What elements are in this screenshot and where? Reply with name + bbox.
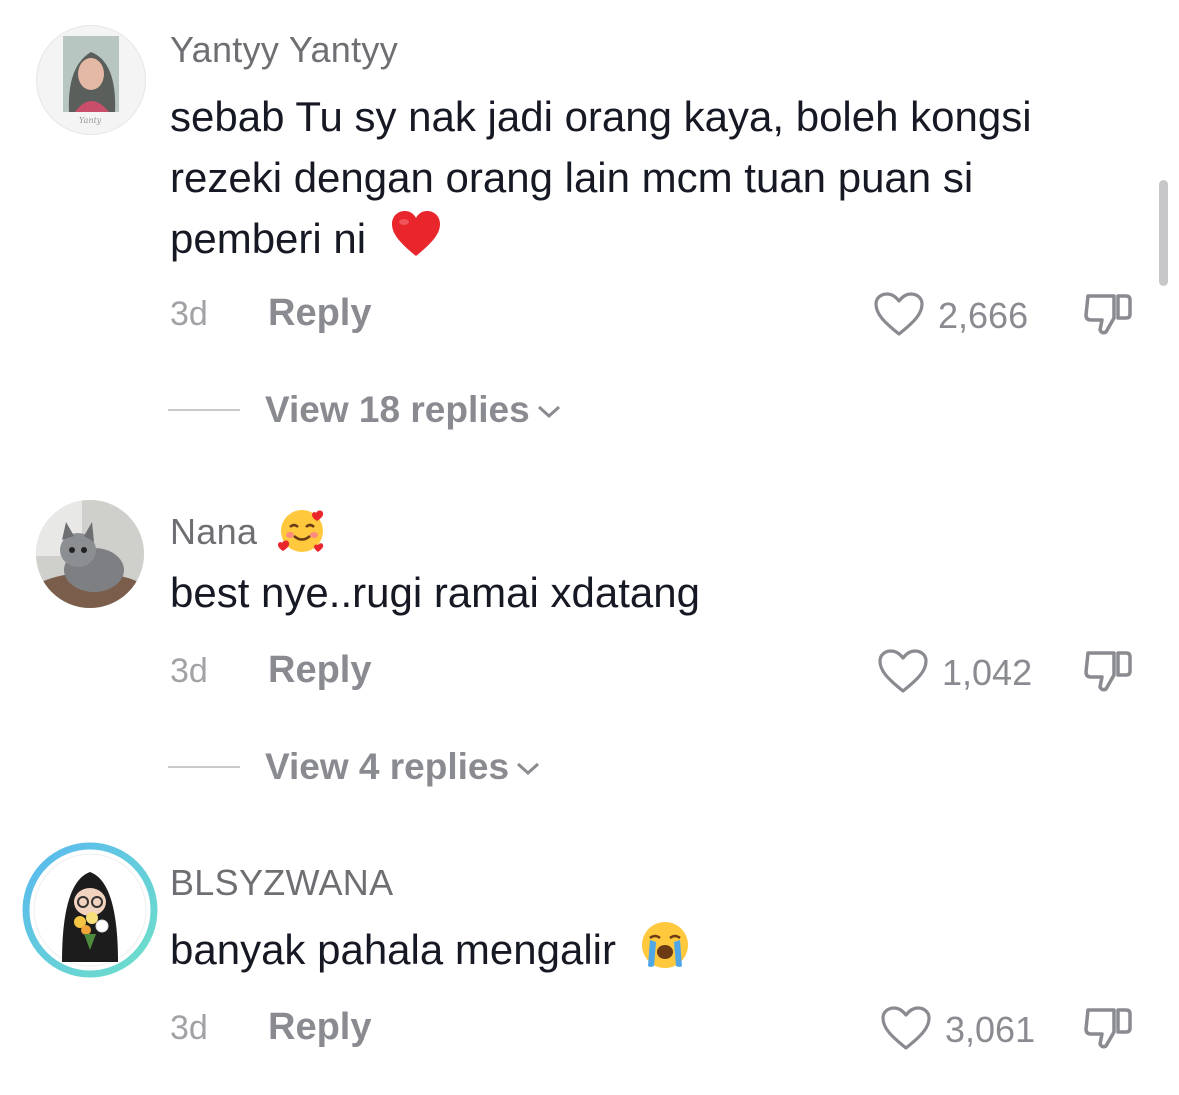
comment-text-line: sebab Tu sy nak jadi orang kaya, boleh k…	[170, 93, 1032, 140]
red-heart-emoji	[390, 210, 442, 274]
replies-divider	[168, 766, 240, 768]
reply-button[interactable]: Reply	[268, 649, 371, 692]
comment-text: banyak pahala mengalir	[170, 918, 692, 988]
svg-text:Yanty: Yanty	[79, 116, 102, 125]
dislike-icon[interactable]	[1082, 1002, 1134, 1054]
chevron-down-icon	[537, 406, 560, 419]
view-replies-button[interactable]: View 4 replies	[265, 746, 541, 788]
comment-time: 3d	[170, 652, 208, 690]
chevron-down-icon	[517, 763, 540, 776]
comment-text-line: rezeki dengan orang lain mcm tuan puan s…	[170, 154, 974, 201]
comment-username[interactable]: Yantyy Yantyy	[170, 29, 398, 71]
like-count: 1,042	[942, 652, 1033, 693]
view-replies-label: View 4 replies	[265, 746, 510, 787]
like-count: 3,061	[945, 1009, 1036, 1050]
avatar[interactable]: Yanty	[36, 25, 146, 135]
like-count: 2,666	[938, 295, 1029, 336]
replies-divider	[168, 409, 240, 411]
view-replies-label: View 18 replies	[265, 389, 530, 430]
comment-text-line: banyak pahala mengalir	[170, 926, 616, 974]
avatar[interactable]	[22, 842, 158, 978]
comment-username[interactable]: Nana	[170, 505, 328, 564]
view-replies-button[interactable]: View 18 replies	[265, 389, 562, 431]
scrollbar[interactable]	[1159, 180, 1168, 286]
heart-icon[interactable]	[880, 1005, 932, 1051]
heart-icon[interactable]	[873, 291, 925, 337]
comment-text: sebab Tu sy nak jadi orang kaya, boleh k…	[170, 86, 1032, 274]
comment-text-line-content: pemberi ni	[170, 215, 367, 262]
dislike-icon[interactable]	[1082, 288, 1134, 340]
comment-username-text: Nana	[170, 511, 258, 553]
comment-time: 3d	[170, 1009, 208, 1047]
comment-time: 3d	[170, 295, 208, 333]
comment-text: best nye..rugi ramai xdatang	[170, 569, 700, 616]
smiling-face-with-hearts-emoji	[276, 505, 328, 564]
reply-button[interactable]: Reply	[268, 1006, 371, 1049]
comment-text-line: pemberi ni	[170, 208, 1032, 274]
comment-username[interactable]: BLSYZWANA	[170, 862, 393, 904]
heart-icon[interactable]	[877, 648, 929, 694]
dislike-icon[interactable]	[1082, 645, 1134, 697]
reply-button[interactable]: Reply	[268, 292, 371, 335]
loudly-crying-face-emoji	[638, 918, 692, 988]
avatar[interactable]	[36, 500, 144, 608]
